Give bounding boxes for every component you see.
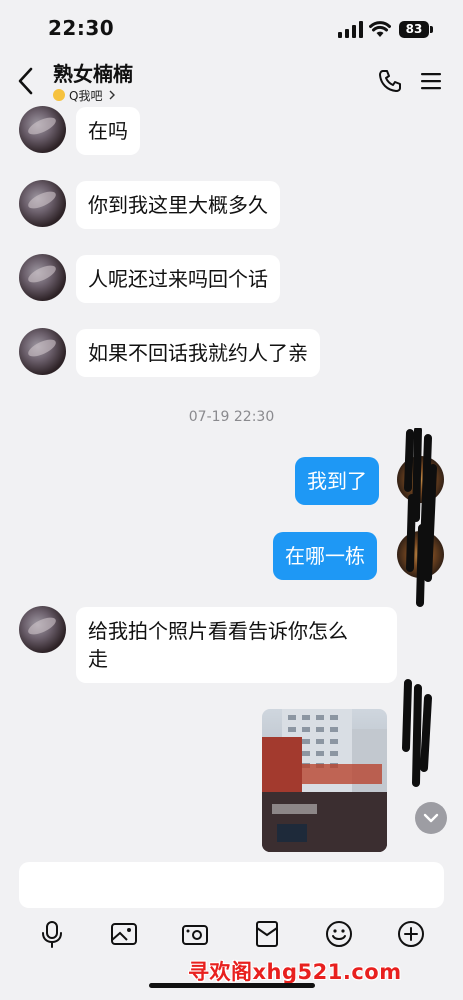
red-packet-icon[interactable] <box>253 920 281 948</box>
wifi-icon <box>369 21 391 37</box>
my-message-bubble[interactable]: 在哪一栋 <box>273 532 377 580</box>
phone-icon[interactable] <box>377 68 403 94</box>
my-message-bubble[interactable]: 我到了 <box>295 457 379 505</box>
redaction-scribble <box>402 679 432 787</box>
building-photo <box>262 709 387 852</box>
chevron-down-icon <box>423 813 439 823</box>
chevron-right-icon <box>109 90 116 100</box>
redaction-scribble <box>404 428 437 607</box>
message-timestamp: 07-19 22:30 <box>188 409 275 425</box>
battery-icon: 83 <box>399 21 429 38</box>
message-bubble[interactable]: 人呢还过来吗回个话 <box>76 255 280 303</box>
message-line: 给我拍个照片看看告诉你怎么 <box>88 619 348 643</box>
subtitle-label: Q我吧 <box>69 88 103 103</box>
plus-icon[interactable] <box>397 920 425 948</box>
status-bar: 22:30 83 <box>0 0 463 52</box>
scroll-down-button[interactable] <box>415 802 447 834</box>
message-line: 走 <box>88 647 108 671</box>
battery-tip <box>430 26 433 33</box>
image-icon[interactable] <box>110 920 138 948</box>
chat-header: 熟女楠楠 Q我吧 <box>0 52 463 108</box>
message-bubble[interactable]: 如果不回话我就约人了亲 <box>76 329 320 377</box>
status-time: 22:30 <box>48 16 115 40</box>
message-input[interactable] <box>19 862 444 908</box>
mic-icon[interactable] <box>38 920 66 948</box>
profile-subtitle-link[interactable]: Q我吧 <box>53 87 116 103</box>
chat-title[interactable]: 熟女楠楠 <box>53 58 133 87</box>
emoji-icon[interactable] <box>325 920 353 948</box>
signal-icon <box>338 21 363 38</box>
message-bubble[interactable]: 在吗 <box>76 107 140 155</box>
contact-avatar[interactable] <box>19 328 66 375</box>
contact-avatar[interactable] <box>19 254 66 301</box>
watermark: 寻欢阁xhg521.com <box>188 960 402 984</box>
home-indicator[interactable] <box>149 983 315 988</box>
smile-icon <box>53 89 65 101</box>
contact-avatar[interactable] <box>19 606 66 653</box>
camera-icon[interactable] <box>181 920 209 948</box>
message-bubble[interactable]: 给我拍个照片看看告诉你怎么 走 <box>76 607 397 683</box>
back-icon[interactable] <box>14 66 38 96</box>
contact-avatar[interactable] <box>19 180 66 227</box>
menu-icon[interactable] <box>420 70 442 92</box>
message-bubble[interactable]: 你到我这里大概多久 <box>76 181 280 229</box>
photo-message[interactable] <box>262 709 387 852</box>
contact-avatar[interactable] <box>19 106 66 153</box>
